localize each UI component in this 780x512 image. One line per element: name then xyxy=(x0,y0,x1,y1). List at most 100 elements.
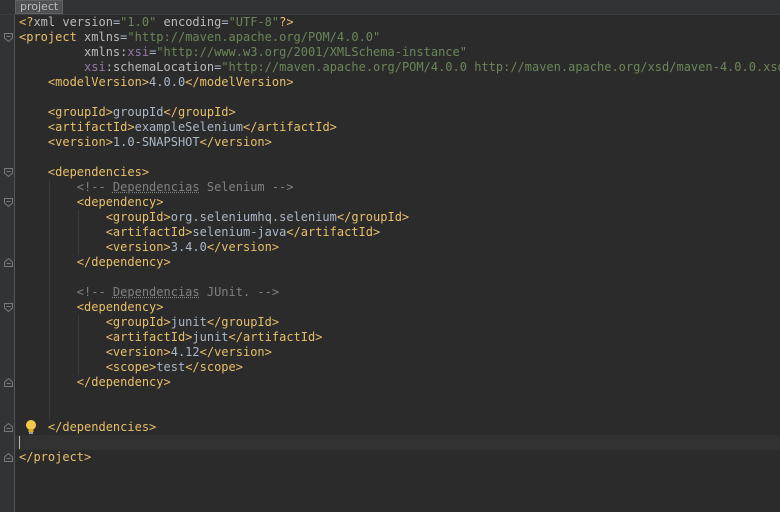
fold-open-icon[interactable] xyxy=(4,168,13,177)
code-token: "http://www.w3.org/2001/XMLSchema-instan… xyxy=(156,45,467,59)
lightbulb-icon[interactable] xyxy=(24,419,38,435)
code-token: junit xyxy=(192,330,229,344)
code-token: "UTF-8" xyxy=(228,15,280,29)
code-line[interactable]: <version>1.0-SNAPSHOT</version> xyxy=(19,135,780,150)
code-token: <artifactId> xyxy=(19,120,135,134)
code-token: Selenium --> xyxy=(199,180,294,194)
indent-guide xyxy=(49,255,50,270)
code-token: <dependencies> xyxy=(19,165,150,179)
code-line[interactable]: <?xml version="1.0" encoding="UTF-8"?> xyxy=(19,15,780,30)
code-token: <artifactId> xyxy=(19,330,193,344)
code-line[interactable]: <dependency> xyxy=(19,300,780,315)
code-token: </project> xyxy=(19,450,92,464)
fold-open-icon[interactable] xyxy=(4,33,13,42)
code-line[interactable] xyxy=(19,390,780,405)
code-token: </version> xyxy=(206,240,280,254)
code-area[interactable]: <?xml version="1.0" encoding="UTF-8"?> <p… xyxy=(19,15,780,465)
code-line[interactable]: <artifactId>junit</artifactId> xyxy=(19,330,780,345)
indent-guide xyxy=(49,300,50,315)
indent-guide xyxy=(49,405,50,420)
code-token: 4.12 xyxy=(170,345,200,359)
code-line[interactable]: </project> xyxy=(19,450,780,465)
code-token: Dependencias xyxy=(112,285,200,299)
indent-guide xyxy=(78,330,79,345)
code-token: </dependency> xyxy=(19,375,171,389)
code-token: : xyxy=(105,60,113,74)
code-token: <groupId> xyxy=(19,315,171,329)
code-line[interactable]: <artifactId>selenium-java</artifactId> xyxy=(19,225,780,240)
code-line[interactable]: <!-- Dependencias JUnit. --> xyxy=(19,285,780,300)
code-token: </dependencies> xyxy=(19,420,157,434)
fold-open-icon[interactable] xyxy=(4,303,13,312)
code-line[interactable]: <version>3.4.0</version> xyxy=(19,240,780,255)
code-line[interactable]: </dependency> xyxy=(19,255,780,270)
fold-open-icon[interactable] xyxy=(4,198,13,207)
text-caret xyxy=(19,436,20,449)
code-line[interactable]: <!-- Dependencias Selenium --> xyxy=(19,180,780,195)
indent-guide xyxy=(78,225,79,240)
code-line[interactable] xyxy=(19,150,780,165)
code-token: <version> xyxy=(19,240,171,254)
code-token: xmlns xyxy=(19,45,121,59)
code-line[interactable]: <scope>test</scope> xyxy=(19,360,780,375)
code-token: schemaLocation xyxy=(112,60,215,74)
indent-guide xyxy=(49,270,50,285)
code-token: test xyxy=(156,360,186,374)
code-token: <dependency> xyxy=(19,300,164,314)
fold-close-icon[interactable] xyxy=(4,453,13,462)
code-token: <version> xyxy=(19,135,113,149)
code-editor[interactable]: project <?xml version="1.0" encoding="UT… xyxy=(0,0,780,512)
code-token: <!-- xyxy=(19,285,113,299)
code-line[interactable] xyxy=(19,405,780,420)
fold-close-icon[interactable] xyxy=(4,423,13,432)
code-token: groupId xyxy=(112,105,164,119)
code-token: = xyxy=(221,15,229,29)
code-line[interactable]: xsi:schemaLocation="http://maven.apache.… xyxy=(19,60,780,75)
indent-guide xyxy=(78,240,79,255)
indent-guide xyxy=(49,345,50,360)
code-line[interactable]: <dependency> xyxy=(19,195,780,210)
code-line[interactable]: </dependency> xyxy=(19,375,780,390)
code-line[interactable]: <groupId>junit</groupId> xyxy=(19,315,780,330)
code-token: <scope> xyxy=(19,360,157,374)
code-line[interactable] xyxy=(19,270,780,285)
code-token: exampleSelenium xyxy=(134,120,243,134)
fold-close-icon[interactable] xyxy=(4,258,13,267)
breadcrumb-item-project[interactable]: project xyxy=(15,0,64,14)
code-line[interactable]: <groupId>groupId</groupId> xyxy=(19,105,780,120)
code-token: 4.0.0 xyxy=(149,75,186,89)
indent-guide xyxy=(49,360,50,375)
code-token: <artifactId> xyxy=(19,225,193,239)
code-token: JUnit. --> xyxy=(199,285,280,299)
code-token: <groupId> xyxy=(19,210,171,224)
code-token: org.seleniumhq.selenium xyxy=(170,210,337,224)
code-line[interactable]: xmlns:xsi="http://www.w3.org/2001/XMLSch… xyxy=(19,45,780,60)
code-line[interactable] xyxy=(19,90,780,105)
indent-guide xyxy=(49,195,50,210)
code-token: </modelVersion> xyxy=(185,75,294,89)
indent-guide xyxy=(49,330,50,345)
code-line[interactable]: <version>4.12</version> xyxy=(19,345,780,360)
code-token: <groupId> xyxy=(19,105,113,119)
indent-guide xyxy=(78,345,79,360)
code-line[interactable]: <artifactId>exampleSelenium</artifactId> xyxy=(19,120,780,135)
code-token: 1.0-SNAPSHOT xyxy=(112,135,200,149)
indent-guide xyxy=(78,315,79,330)
indent-guide xyxy=(49,375,50,390)
breadcrumb: project xyxy=(0,0,780,15)
code-line[interactable]: <project xmlns="http://maven.apache.org/… xyxy=(19,30,780,45)
code-line[interactable] xyxy=(19,435,780,450)
code-token: xsi xyxy=(127,45,150,59)
indent-guide xyxy=(49,225,50,240)
code-token: </artifactId> xyxy=(228,330,323,344)
code-token: "1.0" xyxy=(120,15,157,29)
code-token: </groupId> xyxy=(336,210,410,224)
indent-guide xyxy=(49,180,50,195)
fold-close-icon[interactable] xyxy=(4,378,13,387)
code-line[interactable]: </dependencies> xyxy=(19,420,780,435)
indent-guide xyxy=(78,210,79,225)
code-line[interactable]: <modelVersion>4.0.0</modelVersion> xyxy=(19,75,780,90)
code-line[interactable]: <groupId>org.seleniumhq.selenium</groupI… xyxy=(19,210,780,225)
code-token: xml version xyxy=(33,15,113,29)
code-line[interactable]: <dependencies> xyxy=(19,165,780,180)
